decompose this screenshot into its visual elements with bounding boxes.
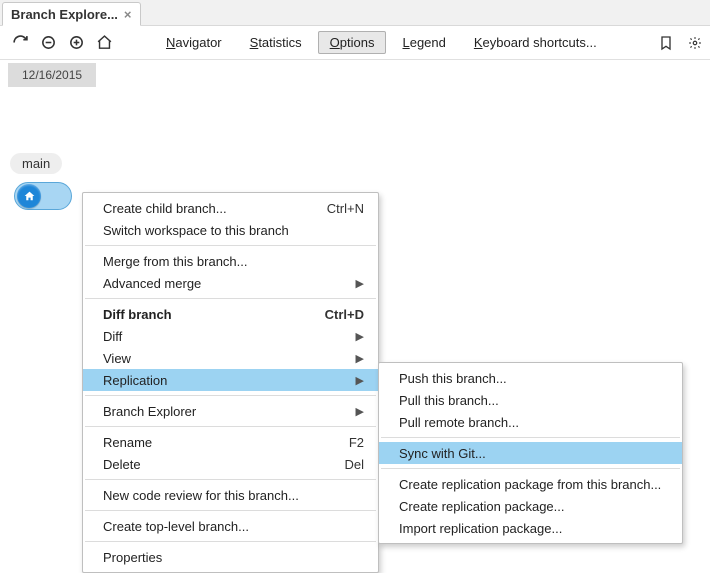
menu-item-import-replication-package[interactable]: Import replication package... xyxy=(379,517,682,539)
branch-label-main[interactable]: main xyxy=(10,153,62,174)
menu-keyboard-shortcuts[interactable]: Keyboard shortcuts... xyxy=(462,31,609,54)
zoom-out-icon[interactable] xyxy=(36,31,60,55)
context-menu-branch: Create child branch... Ctrl+N Switch wor… xyxy=(82,192,379,573)
menu-item-rename[interactable]: Rename F2 xyxy=(83,431,378,453)
chevron-right-icon: ▶ xyxy=(356,330,364,343)
changeset-node-home[interactable] xyxy=(14,182,72,210)
menu-item-create-replication-package[interactable]: Create replication package... xyxy=(379,495,682,517)
toolbar: Navigator Statistics Options Legend Keyb… xyxy=(0,26,710,60)
menu-separator xyxy=(85,479,376,480)
home-node-icon xyxy=(17,184,41,208)
settings-icon[interactable] xyxy=(688,31,702,55)
menu-navigator-rest: avigator xyxy=(175,35,221,50)
menu-item-replication[interactable]: Replication ▶ xyxy=(83,369,378,391)
tab-title: Branch Explore... xyxy=(11,7,118,22)
menu-item-diff-branch[interactable]: Diff branch Ctrl+D xyxy=(83,303,378,325)
menu-item-properties[interactable]: Properties xyxy=(83,546,378,568)
menu-item-pull-remote-branch[interactable]: Pull remote branch... xyxy=(379,411,682,433)
menu-item-pull-branch[interactable]: Pull this branch... xyxy=(379,389,682,411)
menu-item-view[interactable]: View ▶ xyxy=(83,347,378,369)
menu-navigator[interactable]: Navigator xyxy=(154,31,234,54)
submenu-replication: Push this branch... Pull this branch... … xyxy=(378,362,683,544)
menu-item-sync-with-git[interactable]: Sync with Git... xyxy=(379,442,682,464)
menu-separator xyxy=(85,298,376,299)
close-icon[interactable]: × xyxy=(124,8,132,21)
menu-item-merge-from-branch[interactable]: Merge from this branch... xyxy=(83,250,378,272)
menu-separator xyxy=(85,426,376,427)
menu-item-advanced-merge[interactable]: Advanced merge ▶ xyxy=(83,272,378,294)
date-chip: 12/16/2015 xyxy=(8,63,96,87)
bookmark-icon[interactable] xyxy=(654,31,678,55)
menu-separator xyxy=(85,541,376,542)
home-icon[interactable] xyxy=(92,31,116,55)
chevron-right-icon: ▶ xyxy=(356,277,364,290)
menu-legend[interactable]: Legend xyxy=(390,31,457,54)
menu-separator xyxy=(85,510,376,511)
menu-item-diff[interactable]: Diff ▶ xyxy=(83,325,378,347)
tab-branch-explorer[interactable]: Branch Explore... × xyxy=(2,2,141,26)
menu-item-create-top-level-branch[interactable]: Create top-level branch... xyxy=(83,515,378,537)
chevron-right-icon: ▶ xyxy=(356,374,364,387)
menu-separator xyxy=(381,437,680,438)
menu-item-create-child-branch[interactable]: Create child branch... Ctrl+N xyxy=(83,197,378,219)
zoom-in-icon[interactable] xyxy=(64,31,88,55)
menu-statistics[interactable]: Statistics xyxy=(238,31,314,54)
menu-separator xyxy=(85,395,376,396)
menu-item-new-code-review[interactable]: New code review for this branch... xyxy=(83,484,378,506)
refresh-icon[interactable] xyxy=(8,31,32,55)
menu-options[interactable]: Options xyxy=(318,31,387,54)
chevron-right-icon: ▶ xyxy=(356,352,364,365)
menu-separator xyxy=(85,245,376,246)
menu-item-switch-workspace[interactable]: Switch workspace to this branch xyxy=(83,219,378,241)
menu-item-branch-explorer[interactable]: Branch Explorer ▶ xyxy=(83,400,378,422)
menu-item-create-replication-package-from-branch[interactable]: Create replication package from this bra… xyxy=(379,473,682,495)
menu-item-push-branch[interactable]: Push this branch... xyxy=(379,367,682,389)
menu-item-delete[interactable]: Delete Del xyxy=(83,453,378,475)
menu-separator xyxy=(381,468,680,469)
chevron-right-icon: ▶ xyxy=(356,405,364,418)
tab-bar: Branch Explore... × xyxy=(0,0,710,26)
